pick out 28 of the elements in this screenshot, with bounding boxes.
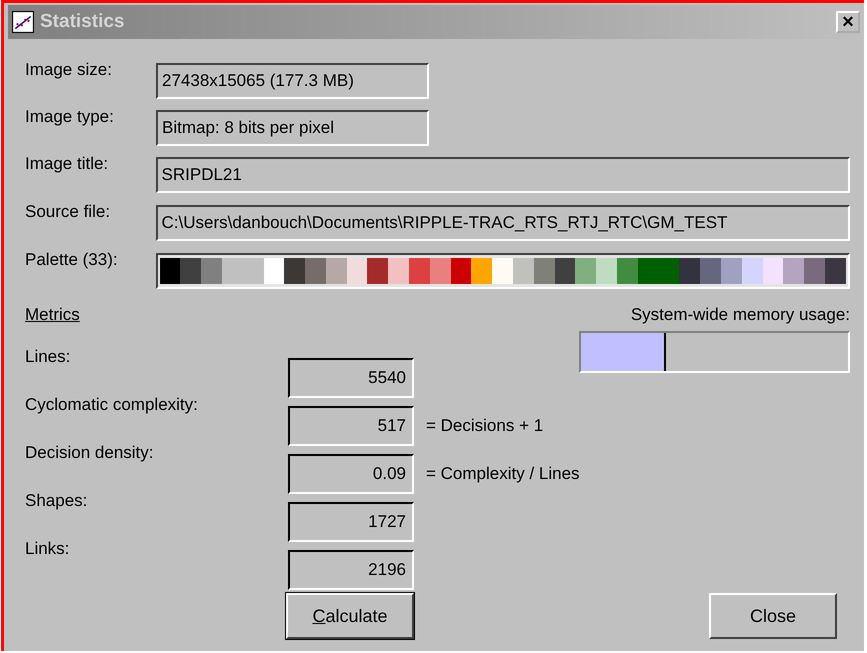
field-label: Image type:	[25, 106, 115, 127]
section-heading: Metrics	[25, 305, 80, 325]
metric-value: 5540	[288, 358, 414, 398]
field-label: Palette (33):	[25, 249, 119, 270]
text-field[interactable]: SRIPDL21	[156, 157, 850, 193]
metric-label: Lines:	[25, 347, 72, 367]
text-field[interactable]: Bitmap: 8 bits per pixel	[156, 110, 429, 146]
calculate-button[interactable]: Calculate	[286, 593, 414, 639]
field-label: Image size:	[25, 59, 113, 80]
text-field[interactable]: 27438x15065 (177.3 MB)	[156, 62, 429, 98]
metric-value: 2196	[288, 550, 414, 590]
field-label: Image title:	[25, 153, 110, 174]
metric-label: Decision density:	[25, 443, 155, 463]
chart-icon	[12, 11, 34, 33]
formula-note: = Complexity / Lines	[426, 464, 580, 484]
metric-label: Shapes:	[25, 491, 88, 511]
metric-label: Links:	[25, 539, 70, 559]
field-label: Source file:	[25, 201, 112, 222]
close-button[interactable]: Close	[709, 593, 837, 639]
formula-note: = Decisions + 1	[426, 416, 544, 436]
metric-value: 517	[288, 406, 414, 446]
window-title: Statistics	[40, 11, 126, 33]
metric-value: 0.09	[288, 454, 414, 494]
metric-label: Cyclomatic complexity:	[25, 395, 199, 415]
memory-label: System-wide memory usage:	[630, 305, 850, 325]
metric-value: 1727	[288, 502, 414, 542]
text-field[interactable]: C:\Users\danbouch\Documents\RIPPLE-TRAC_RTS_RTJ_RTC\GM_TEST	[156, 205, 850, 241]
close-button[interactable]: ×	[836, 11, 860, 33]
